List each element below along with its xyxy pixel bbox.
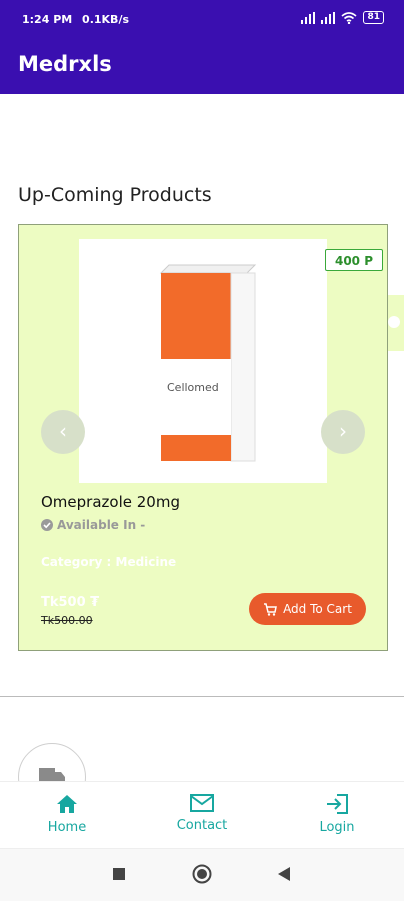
home-system-button[interactable] xyxy=(192,864,212,884)
back-button[interactable] xyxy=(278,867,290,881)
add-to-cart-label: Add To Cart xyxy=(283,602,352,616)
wifi-icon xyxy=(341,11,357,24)
section-divider xyxy=(0,696,404,697)
nav-contact[interactable]: Contact xyxy=(147,794,257,833)
section-title: Up-Coming Products xyxy=(18,184,212,206)
status-time: 1:24 PM xyxy=(22,13,73,26)
points-badge: 400 P xyxy=(325,249,383,271)
nav-login-label: Login xyxy=(319,820,355,835)
next-slide-button[interactable]: › xyxy=(321,410,365,454)
product-category: Category : Medicine xyxy=(41,555,177,569)
app-title: Medrxls xyxy=(18,52,112,76)
signal-icon xyxy=(301,11,316,24)
product-image[interactable]: Cellomed xyxy=(79,239,327,483)
slide-indicator-dot xyxy=(388,316,400,328)
product-name[interactable]: Omeprazole 20mg xyxy=(41,493,180,511)
app-bar: Medrxls xyxy=(0,40,404,94)
nav-home-label: Home xyxy=(47,820,87,835)
home-icon xyxy=(57,795,77,813)
signal-icon-2 xyxy=(321,11,336,24)
status-left: 1:24 PM 0.1KB/s xyxy=(22,13,129,26)
nav-home[interactable]: Home xyxy=(12,794,122,835)
availability-text: Available In - xyxy=(57,518,146,532)
product-old-price: Tk500.00 xyxy=(41,614,93,627)
box-brand-text: Cellomed xyxy=(167,381,219,394)
add-to-cart-button[interactable]: Add To Cart xyxy=(249,593,366,625)
battery-icon: 81 xyxy=(363,11,384,24)
login-icon xyxy=(327,794,348,814)
availability: Available In - xyxy=(41,518,145,532)
product-card[interactable]: Cellomed 400 P ‹ › Omeprazole 20mg Avail… xyxy=(18,224,388,651)
nav-contact-label: Contact xyxy=(176,818,228,833)
mail-icon xyxy=(190,794,214,812)
status-speed: 0.1KB/s xyxy=(82,13,130,26)
nav-login[interactable]: Login xyxy=(282,794,392,835)
product-price: Tk500 ₮ xyxy=(41,595,100,610)
prev-slide-button[interactable]: ‹ xyxy=(41,410,85,454)
status-icons: 81 xyxy=(301,11,384,24)
system-navigation-bar xyxy=(0,848,404,901)
next-card-peek xyxy=(388,295,404,351)
check-circle-icon xyxy=(41,519,53,531)
recents-button[interactable] xyxy=(113,868,125,880)
bottom-navigation: Home Contact Login xyxy=(0,781,404,848)
status-bar: 1:24 PM 0.1KB/s 81 xyxy=(0,0,404,40)
cart-icon xyxy=(264,602,277,616)
medicine-box-image: Cellomed xyxy=(159,264,257,462)
